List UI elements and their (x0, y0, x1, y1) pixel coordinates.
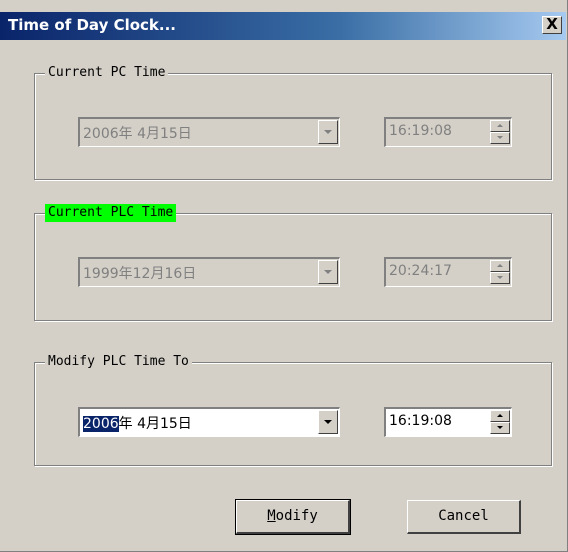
spin-up-icon (497, 124, 503, 127)
spin-up-button (490, 120, 510, 132)
cancel-label: Cancel (438, 508, 489, 524)
modify-plc-date-picker[interactable]: 2006年 4月15日 (78, 407, 340, 437)
current-pc-date-value: 2006年 4月15日 (83, 126, 192, 142)
dropdown-arrow-icon (324, 270, 332, 274)
spin-up-button[interactable] (490, 410, 510, 422)
modify-plc-time-spinner[interactable] (490, 410, 510, 434)
cancel-button[interactable]: Cancel (407, 500, 521, 534)
spin-up-button (490, 260, 510, 272)
current-plc-date-value: 1999年12月16日 (83, 266, 197, 282)
date-year-selected[interactable]: 2006 (83, 416, 119, 432)
dropdown-arrow-icon (324, 130, 332, 134)
current-plc-time-label: Current PLC Time (45, 204, 177, 222)
modify-plc-time-label: Modify PLC Time To (45, 353, 192, 371)
current-plc-date-field: 1999年12月16日 (78, 257, 340, 287)
modify-plc-time-group: Modify PLC Time To 2006年 4月15日 16:19:08 (34, 353, 552, 466)
dropdown-arrow-icon (324, 420, 332, 424)
current-pc-time-value: 16:19:08 (389, 123, 452, 139)
spin-down-button[interactable] (490, 422, 510, 434)
current-plc-time-spinner (490, 260, 510, 284)
current-plc-date-dropdown-button (318, 260, 338, 284)
current-pc-time-group: Current PC Time 2006年 4月15日 16:19:08 (34, 64, 552, 180)
date-rest[interactable]: 年 4月15日 (119, 416, 192, 432)
close-icon: X (546, 15, 558, 33)
current-pc-date-field: 2006年 4月15日 (78, 117, 340, 147)
time-of-day-dialog: Time of Day Clock... X Current PC Time 2… (0, 0, 568, 552)
current-pc-time-label: Current PC Time (45, 64, 169, 82)
current-plc-time-field: 20:24:17 (384, 257, 512, 287)
modify-button[interactable]: Modify (235, 499, 351, 535)
close-button[interactable]: X (542, 16, 562, 34)
modify-plc-date-dropdown-button[interactable] (318, 410, 338, 434)
modify-plc-date-value[interactable]: 2006年 4月15日 (83, 413, 192, 433)
spin-down-icon (497, 136, 503, 139)
spin-down-icon (497, 276, 503, 279)
current-pc-time-field: 16:19:08 (384, 117, 512, 147)
modify-accelerator: M (267, 508, 276, 524)
modify-plc-time-value[interactable]: 16:19:08 (389, 413, 452, 429)
modify-label: odify (275, 508, 318, 524)
current-pc-time-spinner (490, 120, 510, 144)
current-plc-time-group: Current PLC Time 1999年12月16日 20:24:17 (34, 204, 552, 321)
spin-down-button (490, 272, 510, 284)
window-title: Time of Day Clock... (8, 16, 176, 34)
spin-up-icon (497, 264, 503, 267)
spin-up-icon (497, 414, 503, 417)
title-bar[interactable]: Time of Day Clock... X (0, 12, 566, 40)
current-plc-time-value: 20:24:17 (389, 263, 452, 279)
spin-down-button (490, 132, 510, 144)
modify-plc-time-field[interactable]: 16:19:08 (384, 407, 512, 437)
current-pc-date-dropdown-button (318, 120, 338, 144)
spin-down-icon (497, 426, 503, 429)
